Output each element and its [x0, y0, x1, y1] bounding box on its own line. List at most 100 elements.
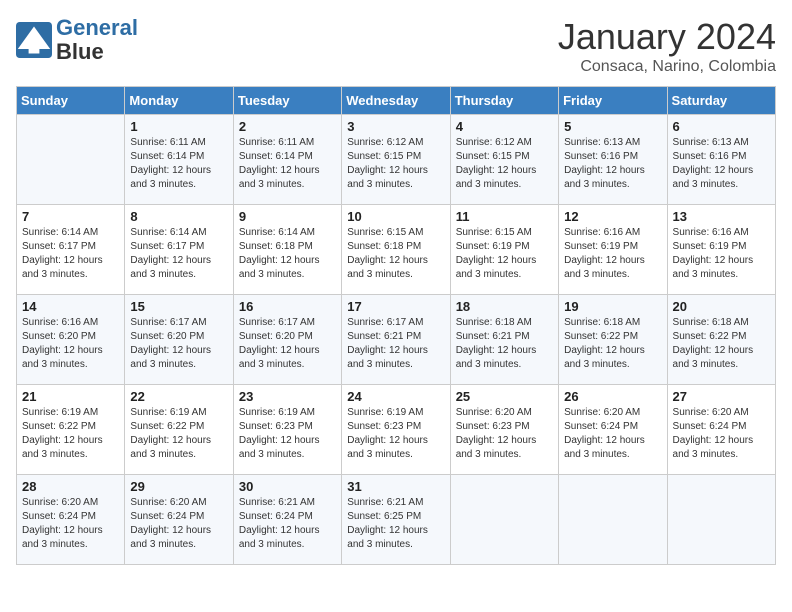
day-number: 27	[673, 389, 770, 404]
day-number: 6	[673, 119, 770, 134]
calendar-cell: 20Sunrise: 6:18 AM Sunset: 6:22 PM Dayli…	[667, 295, 775, 385]
day-number: 25	[456, 389, 553, 404]
day-header-wednesday: Wednesday	[342, 87, 450, 115]
calendar-cell: 2Sunrise: 6:11 AM Sunset: 6:14 PM Daylig…	[233, 115, 341, 205]
day-info: Sunrise: 6:17 AM Sunset: 6:20 PM Dayligh…	[239, 316, 336, 372]
calendar-cell: 29 Sunrise: 6:20 AM Sunset: 6:24 PM Dayli…	[125, 475, 233, 565]
month-title: January 2024	[558, 16, 776, 58]
day-number: 20	[673, 299, 770, 314]
calendar-cell: 26 Sunrise: 6:20 AM Sunset: 6:24 PM Dayli…	[559, 385, 667, 475]
logo-text: General Blue	[56, 16, 138, 64]
day-info: Sunrise: 6:11 AM Sunset: 6:14 PM Dayligh…	[239, 136, 336, 192]
day-info: Sunrise: 6:12 AM Sunset: 6:15 PM Dayligh…	[347, 136, 444, 192]
day-info: Sunrise: 6:16 AM Sunset: 6:20 PM Dayligh…	[22, 316, 119, 372]
day-number: 5	[564, 119, 661, 134]
day-number: 21	[22, 389, 119, 404]
day-info: Sunrise: 6:18 AM Sunset: 6:21 PM Dayligh…	[456, 316, 553, 372]
calendar-cell	[559, 475, 667, 565]
day-info: Sunrise: 6:13 AM Sunset: 6:16 PM Dayligh…	[564, 136, 661, 192]
calendar-cell: 25 Sunrise: 6:20 AM Sunset: 6:23 PM Dayli…	[450, 385, 558, 475]
calendar-cell: 12 Sunrise: 6:16 AM Sunset: 6:19 PM Dayli…	[559, 205, 667, 295]
day-info: Sunrise: 6:14 AM Sunset: 6:17 PM Dayligh…	[22, 226, 119, 282]
calendar-cell: 23 Sunrise: 6:19 AM Sunset: 6:23 PM Dayli…	[233, 385, 341, 475]
calendar-cell: 27 Sunrise: 6:20 AM Sunset: 6:24 PM Dayli…	[667, 385, 775, 475]
calendar-cell: 16 Sunrise: 6:17 AM Sunset: 6:20 PM Dayli…	[233, 295, 341, 385]
day-number: 16	[239, 299, 336, 314]
day-info: Sunrise: 6:16 AM Sunset: 6:19 PM Dayligh…	[564, 226, 661, 282]
day-number: 29	[130, 479, 227, 494]
day-info: Sunrise: 6:17 AM Sunset: 6:21 PM Dayligh…	[347, 316, 444, 372]
day-number: 1	[130, 119, 227, 134]
calendar-cell: 21 Sunrise: 6:19 AM Sunset: 6:22 PM Dayli…	[17, 385, 125, 475]
day-info: Sunrise: 6:20 AM Sunset: 6:24 PM Dayligh…	[130, 496, 227, 552]
day-info: Sunrise: 6:13 AM Sunset: 6:16 PM Dayligh…	[673, 136, 770, 192]
day-number: 17	[347, 299, 444, 314]
header: General Blue January 2024 Consaca, Narin…	[16, 16, 776, 76]
calendar-cell: 24Sunrise: 6:19 AM Sunset: 6:23 PM Dayli…	[342, 385, 450, 475]
day-number: 4	[456, 119, 553, 134]
day-number: 15	[130, 299, 227, 314]
calendar-cell	[667, 475, 775, 565]
subtitle: Consaca, Narino, Colombia	[558, 58, 776, 76]
day-number: 24	[347, 389, 444, 404]
day-info: Sunrise: 6:16 AM Sunset: 6:19 PM Dayligh…	[673, 226, 770, 282]
day-info: Sunrise: 6:12 AM Sunset: 6:15 PM Dayligh…	[456, 136, 553, 192]
day-info: Sunrise: 6:20 AM Sunset: 6:24 PM Dayligh…	[673, 406, 770, 462]
day-info: Sunrise: 6:15 AM Sunset: 6:19 PM Dayligh…	[456, 226, 553, 282]
day-info: Sunrise: 6:20 AM Sunset: 6:23 PM Dayligh…	[456, 406, 553, 462]
day-number: 3	[347, 119, 444, 134]
day-info: Sunrise: 6:21 AM Sunset: 6:25 PM Dayligh…	[347, 496, 444, 552]
day-number: 12	[564, 209, 661, 224]
calendar-cell: 9Sunrise: 6:14 AM Sunset: 6:18 PM Daylig…	[233, 205, 341, 295]
calendar-cell	[17, 115, 125, 205]
calendar-cell: 10 Sunrise: 6:15 AM Sunset: 6:18 PM Dayli…	[342, 205, 450, 295]
calendar-cell: 18 Sunrise: 6:18 AM Sunset: 6:21 PM Dayli…	[450, 295, 558, 385]
day-number: 7	[22, 209, 119, 224]
day-header-friday: Friday	[559, 87, 667, 115]
day-number: 8	[130, 209, 227, 224]
day-info: Sunrise: 6:20 AM Sunset: 6:24 PM Dayligh…	[22, 496, 119, 552]
calendar-cell: 13 Sunrise: 6:16 AM Sunset: 6:19 PM Dayli…	[667, 205, 775, 295]
title-area: January 2024 Consaca, Narino, Colombia	[558, 16, 776, 76]
calendar-cell: 19Sunrise: 6:18 AM Sunset: 6:22 PM Dayli…	[559, 295, 667, 385]
day-info: Sunrise: 6:17 AM Sunset: 6:20 PM Dayligh…	[130, 316, 227, 372]
logo: General Blue	[16, 16, 138, 64]
day-number: 10	[347, 209, 444, 224]
day-header-saturday: Saturday	[667, 87, 775, 115]
day-header-sunday: Sunday	[17, 87, 125, 115]
day-info: Sunrise: 6:19 AM Sunset: 6:22 PM Dayligh…	[130, 406, 227, 462]
day-header-thursday: Thursday	[450, 87, 558, 115]
day-number: 18	[456, 299, 553, 314]
calendar-cell: 22Sunrise: 6:19 AM Sunset: 6:22 PM Dayli…	[125, 385, 233, 475]
day-number: 28	[22, 479, 119, 494]
calendar-cell: 3 Sunrise: 6:12 AM Sunset: 6:15 PM Daylig…	[342, 115, 450, 205]
calendar-cell: 1 Sunrise: 6:11 AM Sunset: 6:14 PM Daylig…	[125, 115, 233, 205]
day-number: 23	[239, 389, 336, 404]
day-number: 11	[456, 209, 553, 224]
calendar-cell: 28 Sunrise: 6:20 AM Sunset: 6:24 PM Dayli…	[17, 475, 125, 565]
day-info: Sunrise: 6:19 AM Sunset: 6:22 PM Dayligh…	[22, 406, 119, 462]
calendar-cell: 31 Sunrise: 6:21 AM Sunset: 6:25 PM Dayli…	[342, 475, 450, 565]
calendar-cell: 7 Sunrise: 6:14 AM Sunset: 6:17 PM Daylig…	[17, 205, 125, 295]
day-header-monday: Monday	[125, 87, 233, 115]
calendar-cell: 11 Sunrise: 6:15 AM Sunset: 6:19 PM Dayli…	[450, 205, 558, 295]
day-number: 19	[564, 299, 661, 314]
logo-icon	[16, 22, 52, 58]
day-info: Sunrise: 6:14 AM Sunset: 6:17 PM Dayligh…	[130, 226, 227, 282]
day-number: 30	[239, 479, 336, 494]
day-number: 31	[347, 479, 444, 494]
day-info: Sunrise: 6:15 AM Sunset: 6:18 PM Dayligh…	[347, 226, 444, 282]
day-info: Sunrise: 6:20 AM Sunset: 6:24 PM Dayligh…	[564, 406, 661, 462]
day-info: Sunrise: 6:14 AM Sunset: 6:18 PM Dayligh…	[239, 226, 336, 282]
calendar-cell: 8 Sunrise: 6:14 AM Sunset: 6:17 PM Daylig…	[125, 205, 233, 295]
day-number: 26	[564, 389, 661, 404]
day-info: Sunrise: 6:11 AM Sunset: 6:14 PM Dayligh…	[130, 136, 227, 192]
calendar-table: SundayMondayTuesdayWednesdayThursdayFrid…	[16, 86, 776, 565]
calendar-cell: 30Sunrise: 6:21 AM Sunset: 6:24 PM Dayli…	[233, 475, 341, 565]
day-number: 14	[22, 299, 119, 314]
calendar-cell: 17 Sunrise: 6:17 AM Sunset: 6:21 PM Dayli…	[342, 295, 450, 385]
calendar-cell: 6 Sunrise: 6:13 AM Sunset: 6:16 PM Daylig…	[667, 115, 775, 205]
day-header-tuesday: Tuesday	[233, 87, 341, 115]
day-number: 13	[673, 209, 770, 224]
day-info: Sunrise: 6:19 AM Sunset: 6:23 PM Dayligh…	[239, 406, 336, 462]
